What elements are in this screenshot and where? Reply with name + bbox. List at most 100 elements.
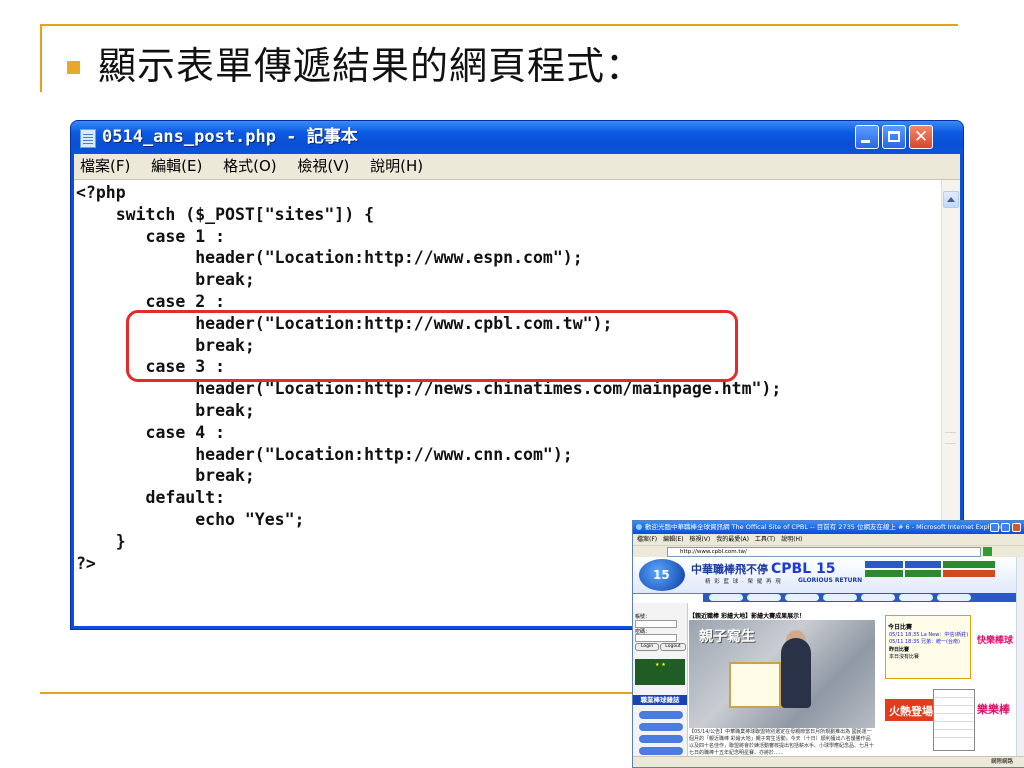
cpbl-nav-item	[747, 594, 781, 601]
cpbl-nav-item	[709, 594, 743, 601]
code-line[interactable]: header("Location:http://www.espn.com");	[76, 247, 781, 269]
browser-menu-item: 編輯(E)	[663, 536, 684, 543]
code-line[interactable]: header("Location:http://www.cnn.com");	[76, 444, 781, 466]
notepad-menubar: 檔案(F) 編輯(E) 格式(O) 檢視(V) 說明(H)	[74, 154, 960, 180]
cpbl-photo-card	[729, 662, 781, 708]
slide-left-rule	[40, 24, 42, 92]
cpbl-login-label: 帳號：	[635, 614, 651, 620]
menu-edit[interactable]: 編輯(E)	[145, 154, 208, 179]
table-row	[934, 714, 974, 722]
cpbl-right-column: 今日比賽 05/11 18:35 La New：中信(新莊) 05/11 18:…	[885, 611, 975, 757]
cpbl-today-box: 今日比賽 05/11 18:35 La New：中信(新莊) 05/11 18:…	[885, 615, 971, 679]
table-row	[934, 730, 974, 738]
cpbl-nav-item	[899, 594, 933, 601]
cpbl-tab	[905, 561, 941, 568]
browser-maximize-icon	[1001, 523, 1010, 532]
browser-menu-item: 檢視(V)	[689, 536, 711, 543]
cpbl-logout-button: Logout	[660, 643, 686, 651]
cpbl-magazine-label: 職業棒球雜誌	[633, 695, 687, 705]
code-line[interactable]: break;	[76, 269, 781, 291]
cpbl-page: 15 中華職棒飛不停 CPBL 15 精 彩 藍 球 · 榮 耀 再 現 GLOR…	[633, 557, 1017, 757]
code-line[interactable]: switch ($_POST["sites"]) {	[76, 204, 781, 226]
table-row	[934, 690, 974, 698]
cpbl-banner-sub2: GLORIOUS RETURN	[798, 577, 863, 584]
table-row	[934, 722, 974, 730]
cpbl-top-tabs	[865, 561, 1015, 583]
code-line[interactable]: case 1 :	[76, 226, 781, 248]
minimize-icon	[861, 140, 870, 143]
notepad-title: 0514_ans_post.php - 記事本	[102, 127, 358, 147]
code-line[interactable]: case 4 :	[76, 422, 781, 444]
browser-status-zone: 網際網路	[990, 759, 1013, 765]
cpbl-banner: 中華職棒飛不停 CPBL 15	[691, 561, 835, 577]
scroll-up-icon[interactable]	[943, 191, 959, 208]
browser-menu-item: 工具(T)	[754, 536, 776, 543]
cpbl-today-line: 本日沒有比賽	[889, 654, 920, 660]
browser-minimize-icon	[990, 523, 999, 532]
browser-menu-item: 檔案(F)	[637, 536, 658, 543]
cpbl-tab	[865, 570, 903, 577]
browser-address-bar: http://www.cpbl.com.tw/	[633, 545, 1024, 557]
cpbl-nav-item	[785, 594, 819, 601]
menu-file[interactable]: 檔案(F)	[74, 154, 136, 179]
go-icon	[983, 547, 992, 556]
cpbl-banner-cn: 中華職棒飛不停	[691, 563, 768, 576]
cpbl-ad-text-2: 樂樂棒	[977, 703, 1010, 716]
cpbl-tab	[865, 561, 903, 568]
code-line[interactable]: default:	[76, 487, 781, 509]
close-button[interactable]: ✕	[909, 125, 933, 149]
cpbl-today-title: 今日比賽	[888, 624, 913, 631]
cpbl-nav-item	[861, 594, 895, 601]
cpbl-tab	[943, 561, 995, 568]
cpbl-standings-table	[933, 689, 975, 751]
cpbl-nav	[703, 593, 1017, 602]
code-line[interactable]: break;	[76, 400, 781, 422]
cpbl-news-caption: 【05/14/公告】中華職業棒球聯盟特別選定在母親節當日月所規劃推出為 國民運一…	[689, 729, 875, 756]
browser-menubar: 檔案(F) 編輯(E) 檢視(V) 我的最愛(A) 工具(T) 說明(H)	[633, 534, 1024, 545]
minimize-button[interactable]	[855, 125, 879, 149]
cpbl-today-line: 05/11 18:35 La New：中信(新莊)	[889, 632, 969, 638]
cpbl-left-button	[639, 723, 683, 731]
cpbl-login-button: Login	[635, 643, 659, 651]
slide-top-rule	[40, 24, 958, 26]
cpbl-nav-item	[937, 594, 971, 601]
cpbl-main-column: 【親近職棒 彩繪大地】影繪大賽成果展示！ 親子寫生 【05/14/公告】中華職業…	[689, 611, 885, 757]
cpbl-fire-text: 火熱登場	[889, 705, 933, 718]
cpbl-left-button	[639, 711, 683, 719]
ie-icon	[636, 524, 642, 530]
cpbl-banner-en: CPBL 15	[771, 561, 836, 577]
code-line[interactable]: break;	[76, 465, 781, 487]
cpbl-header: 15 中華職棒飛不停 CPBL 15 精 彩 藍 球 · 榮 耀 再 現 GLOR…	[633, 557, 1017, 594]
bullet-icon	[67, 61, 80, 74]
cpbl-left-button	[639, 747, 683, 755]
slide-title: 顯示表單傳遞結果的網頁程式：	[98, 44, 645, 88]
scrollbar-grip	[945, 432, 956, 444]
maximize-button[interactable]	[882, 125, 906, 149]
cpbl-login-field	[635, 620, 677, 628]
browser-menu-item: 說明(H)	[781, 536, 803, 543]
cpbl-logo: 15	[639, 559, 685, 591]
cpbl-logo-number: 15	[653, 568, 670, 582]
browser-address-field: http://www.cpbl.com.tw/	[667, 547, 981, 557]
browser-title: 歡迎光臨中華職棒全球資訊網 The Offical Site of CPBL -…	[645, 523, 1003, 531]
browser-statusbar: 網際網路	[633, 756, 1024, 767]
maximize-icon	[888, 131, 900, 142]
cpbl-news-photo: 親子寫生	[689, 620, 875, 728]
cpbl-today-line: 昨日比賽	[889, 647, 910, 653]
browser-close-icon	[1012, 523, 1021, 532]
browser-titlebar: 歡迎光臨中華職棒全球資訊網 The Offical Site of CPBL -…	[633, 521, 1024, 534]
cpbl-headline: 【親近職棒 彩繪大地】影繪大賽成果展示！	[689, 613, 806, 620]
cpbl-password-field	[635, 634, 677, 642]
table-row	[934, 698, 974, 706]
cpbl-tab	[905, 570, 941, 577]
cpbl-left-button	[639, 735, 683, 743]
notepad-titlebar[interactable]: 0514_ans_post.php - 記事本 ✕	[71, 121, 963, 154]
browser-screenshot: 歡迎光臨中華職棒全球資訊網 The Offical Site of CPBL -…	[632, 520, 1024, 768]
menu-format[interactable]: 格式(O)	[217, 154, 283, 179]
menu-help[interactable]: 說明(H)	[364, 154, 429, 179]
cpbl-tab	[943, 570, 995, 577]
code-line[interactable]: <?php	[76, 182, 781, 204]
highlight-box	[126, 310, 738, 382]
cpbl-fire-banner: 火熱登場	[885, 699, 933, 721]
menu-view[interactable]: 檢視(V)	[291, 154, 355, 179]
